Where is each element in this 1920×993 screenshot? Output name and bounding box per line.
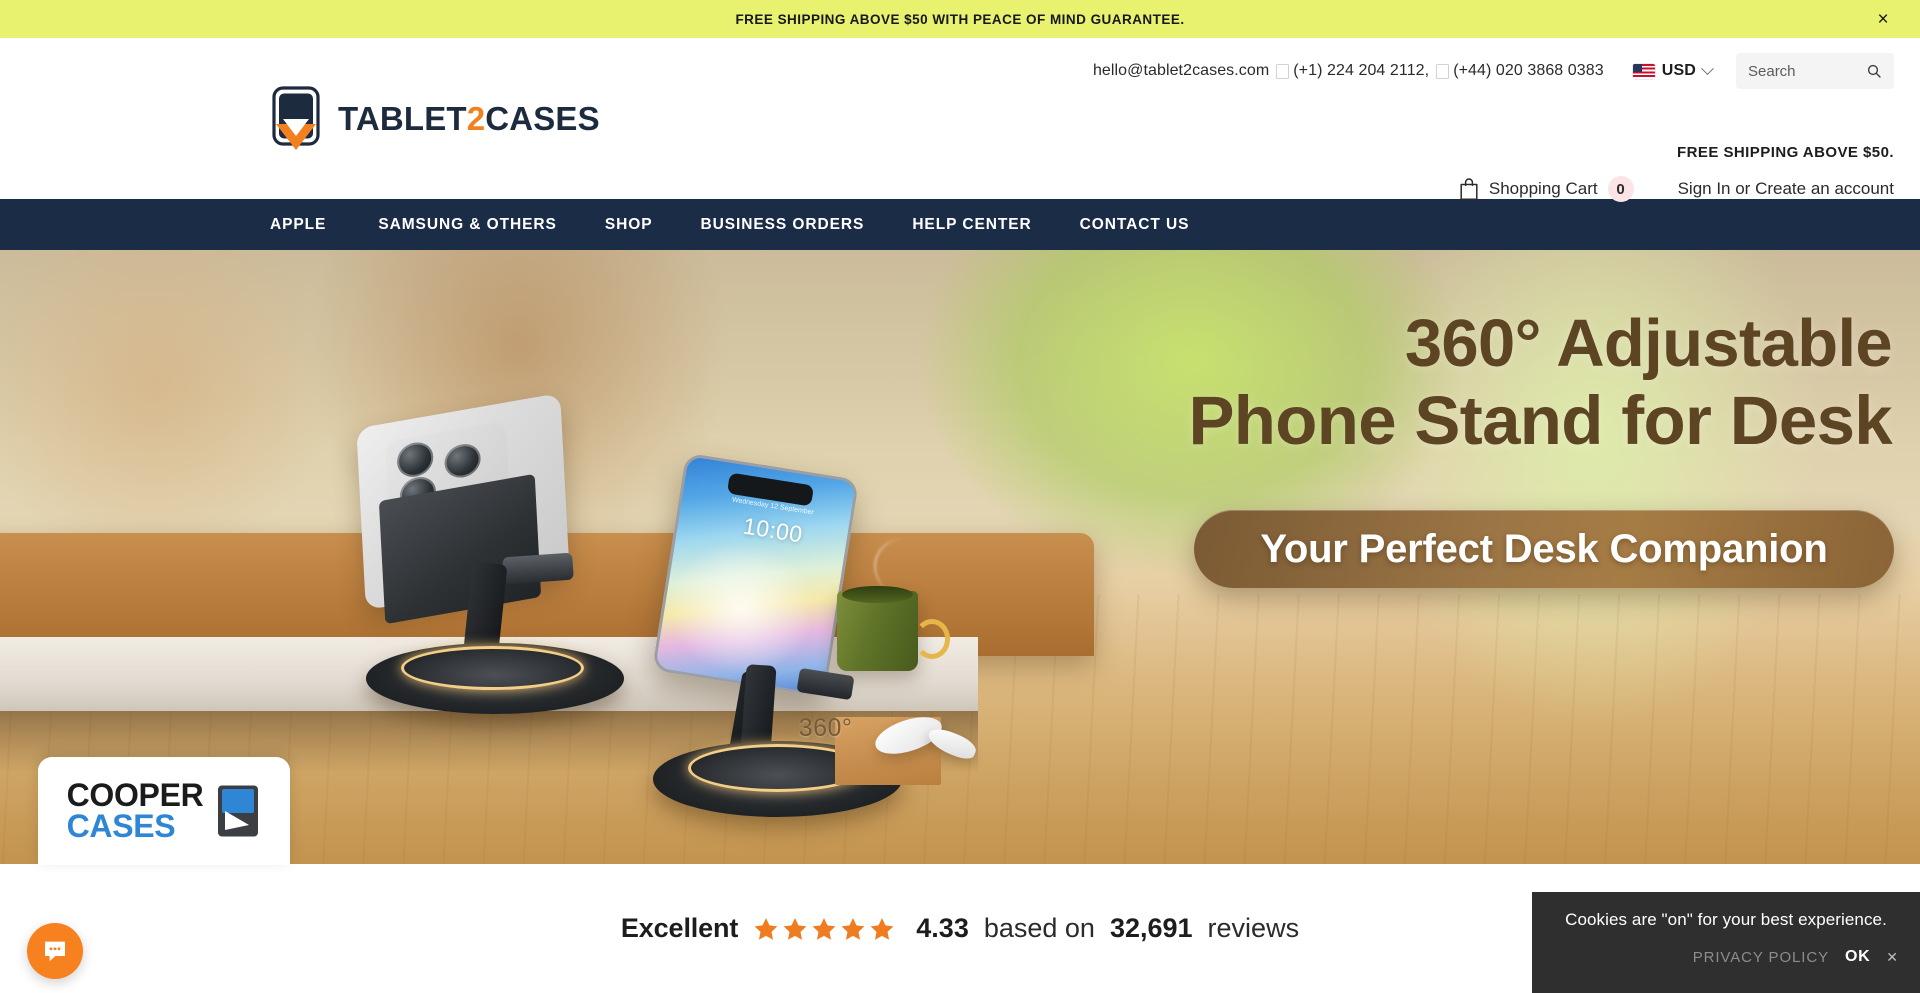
search-icon[interactable] — [1866, 63, 1882, 79]
announcement-bar: FREE SHIPPING ABOVE $50 WITH PEACE OF MI… — [0, 0, 1920, 38]
product-360-label: 360° — [798, 714, 853, 743]
cookie-close-icon[interactable]: ✕ — [1886, 949, 1898, 966]
us-flag-icon — [1632, 63, 1655, 79]
cooper-line1: COOPER — [66, 777, 204, 814]
review-tail-text: reviews — [1207, 913, 1300, 943]
shopping-bag-icon — [1460, 177, 1478, 200]
contact-phone-uk[interactable]: (+44) 020 3868 0383 — [1453, 62, 1604, 80]
hero-cta-label: Your Perfect Desk Companion — [1260, 526, 1828, 571]
hero-headline-line1: 360° Adjustable — [1404, 306, 1893, 381]
nav-item-apple[interactable]: APPLE — [270, 216, 354, 234]
flag-placeholder-icon — [1436, 63, 1450, 79]
review-count: 32,691 — [1109, 913, 1193, 943]
logo-accent: 2 — [466, 100, 486, 137]
cart-count-badge: 0 — [1607, 176, 1634, 202]
tablet-case-logo-icon — [270, 86, 322, 152]
chat-bubble-icon — [45, 941, 65, 962]
nav-item-contact-us[interactable]: CONTACT US — [1056, 216, 1214, 234]
cooper-cases-wordmark: COOPER CASES — [66, 777, 204, 844]
shopping-cart-button[interactable]: Shopping Cart 0 — [1459, 176, 1634, 202]
contact-email[interactable]: hello@tablet2cases.com — [1093, 62, 1269, 80]
cooper-tablet-icon — [215, 784, 261, 838]
search-input[interactable] — [1748, 62, 1866, 80]
logo-text-1: TABLET — [338, 100, 467, 137]
nav-item-shop[interactable]: SHOP — [581, 216, 677, 234]
currency-selector[interactable]: USD — [1632, 61, 1714, 80]
star-icon — [870, 917, 894, 940]
site-logo[interactable]: TABLET2CASES — [270, 86, 600, 152]
hero-headline: 360° Adjustable Phone Stand for Desk — [998, 306, 1893, 460]
main-navigation: APPLE SAMSUNG & OTHERS SHOP BUSINESS ORD… — [0, 199, 1920, 250]
nav-item-samsung-others[interactable]: SAMSUNG & OTHERS — [354, 216, 581, 234]
stand-upper-arm — [502, 552, 574, 584]
cookie-consent-banner: Cookies are "on" for your best experienc… — [1532, 892, 1920, 993]
shipping-note: FREE SHIPPING ABOVE $50. — [1677, 144, 1894, 161]
star-icon — [783, 917, 807, 940]
chevron-down-icon — [1701, 61, 1714, 75]
cookie-ok-button[interactable]: OK — [1845, 948, 1870, 966]
nav-item-help-center[interactable]: HELP CENTER — [888, 216, 1055, 234]
cooper-line2: CASES — [66, 808, 176, 844]
phone-stand-back-view — [355, 392, 624, 714]
review-mid-text: based on — [983, 913, 1095, 943]
coffee-mug — [837, 585, 918, 672]
currency-label: USD — [1661, 62, 1696, 79]
contact-phone-us[interactable]: (+1) 224 204 2112, — [1293, 62, 1429, 80]
announcement-text: FREE SHIPPING ABOVE $50 WITH PEACE OF MI… — [735, 11, 1185, 27]
stand-lower-arm — [463, 561, 508, 654]
close-icon[interactable]: × — [1872, 8, 1894, 30]
logo-wordmark: TABLET2CASES — [338, 100, 600, 138]
review-stars — [753, 916, 895, 942]
header-account-area: FREE SHIPPING ABOVE $50. Shopping Cart 0… — [1294, 144, 1894, 202]
signin-create-account-link[interactable]: Sign In or Create an account — [1678, 179, 1894, 199]
site-header: hello@tablet2cases.com (+1) 224 204 2112… — [0, 38, 1920, 202]
cooper-cases-badge[interactable]: COOPER CASES — [38, 757, 290, 865]
contact-info: hello@tablet2cases.com (+1) 224 204 2112… — [1093, 62, 1609, 80]
hero-copy: 360° Adjustable Phone Stand for Desk You… — [998, 250, 1920, 865]
stand-back-plate — [378, 473, 542, 624]
logo-text-2: CASES — [485, 100, 600, 137]
hero-headline-line2: Phone Stand for Desk — [1188, 382, 1892, 460]
star-icon — [754, 917, 778, 940]
stand-phone-lip — [796, 667, 854, 701]
utility-bar: hello@tablet2cases.com (+1) 224 204 2112… — [0, 38, 1920, 90]
flag-placeholder-icon — [1276, 63, 1290, 79]
hero-cta-button[interactable]: Your Perfect Desk Companion — [1194, 510, 1894, 588]
review-rating-word: Excellent — [620, 913, 739, 943]
review-score: 4.33 — [916, 913, 969, 943]
mug-handle — [913, 619, 951, 659]
cart-label: Shopping Cart — [1488, 179, 1598, 198]
star-icon — [841, 917, 865, 940]
search-box[interactable] — [1736, 53, 1894, 89]
cookie-message: Cookies are "on" for your best experienc… — [1565, 910, 1887, 929]
chat-widget-button[interactable] — [27, 923, 83, 979]
stand-gold-ring — [400, 646, 584, 691]
star-icon — [812, 917, 836, 940]
privacy-policy-link[interactable]: PRIVACY POLICY — [1693, 949, 1829, 966]
nav-item-business-orders[interactable]: BUSINESS ORDERS — [677, 216, 889, 234]
